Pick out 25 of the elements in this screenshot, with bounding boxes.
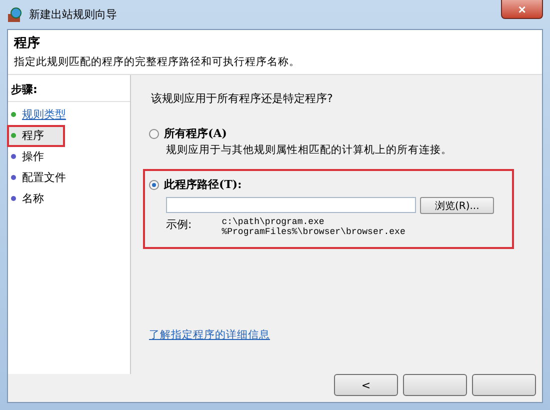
step-item[interactable]: 名称 (22, 191, 44, 206)
step-item[interactable]: 程序 (22, 128, 44, 143)
step-item[interactable]: 配置文件 (22, 170, 66, 185)
help-link[interactable]: 了解指定程序的详细信息 (149, 328, 270, 342)
option-label: 所有程序(A) (164, 126, 227, 141)
wizard-button[interactable] (403, 374, 467, 396)
path-input[interactable] (166, 197, 416, 213)
option-description: 规则应用于与其他规则属性相匹配的计算机上的所有连接。 (166, 143, 453, 157)
question-text: 该规则应用于所有程序还是特定程序? (151, 91, 334, 106)
example-label: 示例: (166, 217, 192, 233)
steps-heading: 步骤: (8, 75, 130, 102)
option-label: 此程序路径(T): (164, 177, 242, 192)
radio-button[interactable] (149, 128, 159, 138)
page-title: 程序 (14, 34, 41, 52)
example-path: %ProgramFiles%\browser\browser.exe (222, 227, 406, 237)
example-path: c:\path\program.exe (222, 217, 326, 227)
radio-button[interactable] (149, 180, 159, 190)
window-title: 新建出站规则向导 (29, 7, 117, 22)
step-item[interactable]: 规则类型 (22, 107, 66, 122)
page-description: 指定此规则匹配的程序的完整程序路径和可执行程序名称。 (14, 55, 301, 69)
browse-button[interactable]: 浏览(R)... (420, 197, 494, 214)
firewall-icon (7, 6, 23, 22)
wizard-button[interactable] (472, 374, 536, 396)
wizard-button[interactable]: < (334, 374, 398, 396)
step-item[interactable]: 操作 (22, 149, 44, 164)
